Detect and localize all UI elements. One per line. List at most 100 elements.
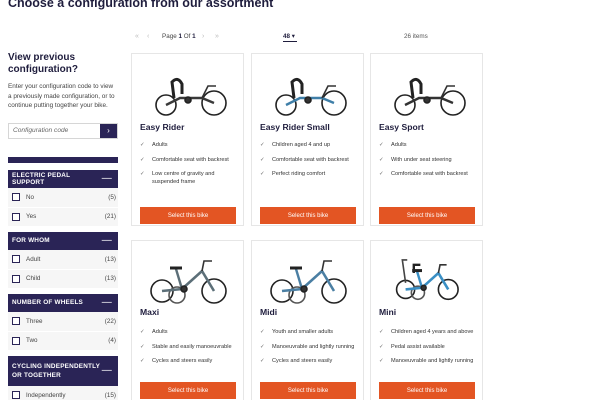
product-card: Maxi ✓ Adults ✓ Stable and easily manoeuvr… [131,240,244,400]
option-label: Two [26,337,38,344]
filter-header[interactable]: NUMBER OF WHEELS — [8,293,118,312]
product-image[interactable] [252,249,363,307]
last-page-icon[interactable]: » [215,33,219,40]
product-image[interactable] [252,62,363,120]
feature-item: ✓ Adults [140,329,168,335]
check-icon: ✓ [260,156,265,163]
check-icon: ✓ [260,343,265,350]
check-icon: ✓ [379,329,384,335]
option-count: (22) [104,317,116,325]
feature-list: ✓ Children aged 4 years and above ✓ Pedal … [379,329,478,373]
filter-number-of-wheels: NUMBER OF WHEELS — Three (22) Two (4) [8,293,118,350]
feature-item: ✓ Perfect riding comfort [260,171,326,177]
first-page-icon[interactable]: « [135,33,139,40]
product-image[interactable] [132,249,243,307]
total-pages: 1 [192,33,196,40]
product-image[interactable] [371,249,482,307]
filter-option-yes[interactable]: Yes (21) [8,206,118,226]
filter-option-adult[interactable]: Adult (13) [8,249,118,269]
filter-option-child[interactable]: Child (13) [8,268,118,288]
feature-item: ✓ Pedal assist available [379,343,445,350]
option-count: (4) [108,337,116,344]
check-icon: ✓ [379,343,384,350]
filter-header[interactable]: CYCLING INDEPENDENTLY OR TOGETHER — [8,355,118,386]
option-label: Independently [26,391,66,399]
select-bike-button[interactable]: Select this bike [260,382,356,399]
option-label: Child [26,275,41,282]
feature-item: ✓ Stable and easily manoeuvrable [140,343,232,350]
checkbox[interactable] [12,255,20,263]
bike-illustration [394,77,466,116]
select-bike-button[interactable]: Select this bike [140,382,236,399]
filter-header[interactable]: ELECTRIC PEDAL SUPPORT — [8,169,118,188]
check-icon: ✓ [140,343,145,350]
configuration-code-form: › [8,122,118,139]
checkbox[interactable] [12,212,20,221]
feature-item: ✓ Children aged 4 and up [260,142,331,148]
check-icon: ✓ [379,142,384,148]
product-name: Mini [379,307,397,317]
next-page-icon[interactable]: › [202,33,204,40]
option-label: No [26,193,35,201]
pagination-bar: « ‹ Page 1 Of 1 › » 48 ▾ 26 items [135,33,475,43]
product-card: Easy Sport ✓ Adults ✓ With under seat stee… [370,53,483,226]
chevron-down-icon: ▾ [291,33,295,40]
option-count: (15) [104,391,116,399]
filter-for-whom: FOR WHOM — Adult (13) Child (13) [8,231,118,288]
filter-header[interactable]: FOR WHOM — [8,231,118,250]
check-icon: ✓ [260,142,265,148]
filter-title: NUMBER OF WHEELS [12,299,84,306]
checkbox[interactable] [12,274,20,283]
filter-cycling-independently-or-together: CYCLING INDEPENDENTLY OR TOGETHER — Inde… [8,355,118,400]
feature-item: ✓ Manoeuvrable and lightly running [379,358,474,364]
filter-title: CYCLING INDEPENDENTLY OR TOGETHER [12,362,101,379]
feature-list: ✓ Adults ✓ With under seat steering ✓ Comfo… [379,142,478,186]
select-bike-button[interactable]: Select this bike [379,207,475,224]
bike-illustration [155,77,227,116]
configuration-code-input[interactable] [9,123,100,138]
check-icon: ✓ [140,329,145,335]
select-bike-button[interactable]: Select this bike [379,382,475,399]
feature-item: ✓ Cycles and steers easily [260,358,333,364]
product-name: Midi [260,307,278,317]
option-count: (13) [104,255,116,263]
feature-list: ✓ Youth and smaller adults ✓ Manoeuvrable … [260,329,359,373]
product-image[interactable] [132,62,243,120]
product-card: Mini ✓ Children aged 4 years and above ✓ P… [370,240,483,400]
select-bike-button[interactable]: Select this bike [260,207,356,224]
bike-illustration [395,259,459,301]
collapse-icon[interactable]: — [102,297,112,308]
checkbox[interactable] [12,317,20,325]
previous-page-icon[interactable]: ‹ [147,33,149,40]
option-label: Yes [26,213,37,220]
collapse-icon[interactable]: — [102,235,112,246]
collapse-icon[interactable]: — [102,365,112,376]
chevron-right-icon: › [107,126,110,135]
items-per-page-select[interactable]: 48 ▾ [283,33,297,42]
feature-item: ✓ Comfortable seat with backrest [379,171,468,177]
filter-title: ELECTRIC PEDAL SUPPORT [12,171,71,186]
feature-item: ✓ Adults [379,142,407,148]
collapse-icon[interactable]: — [102,173,112,184]
product-name: Maxi [140,307,160,317]
filter-option-no[interactable]: No (5) [8,187,118,207]
option-count: (21) [104,213,116,220]
bike-illustration [150,260,227,304]
checkbox[interactable] [12,193,20,201]
product-name: Easy Rider Small [260,122,330,132]
check-icon: ✓ [260,171,265,177]
product-card: Easy Rider Small ✓ Children aged 4 and up… [251,53,364,226]
filter-option-two[interactable]: Two (4) [8,330,118,350]
product-image[interactable] [371,62,482,120]
check-icon: ✓ [379,171,384,177]
option-count: (5) [108,193,116,201]
select-bike-button[interactable]: Select this bike [140,207,236,224]
filter-option-three[interactable]: Three (22) [8,311,118,331]
feature-list: ✓ Adults ✓ Comfortable seat with backrest … [140,142,239,193]
filter-option-independently[interactable]: Independently (15) [8,385,118,400]
checkbox[interactable] [12,336,20,345]
configuration-code-submit-button[interactable]: › [100,123,117,138]
sidebar-divider [8,156,118,163]
checkbox[interactable] [12,391,20,399]
product-name: Easy Rider [140,122,185,132]
